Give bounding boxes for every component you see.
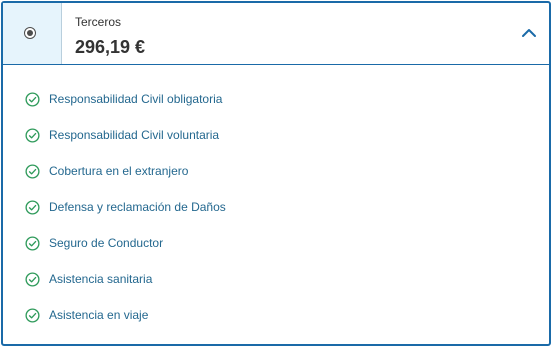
coverage-item: Seguro de Conductor — [25, 233, 163, 253]
plan-price: 296,19 € — [75, 37, 146, 57]
plan-radio-cell[interactable] — [3, 3, 62, 64]
coverage-item-label: Responsabilidad Civil voluntaria — [49, 128, 220, 142]
coverage-item: Responsabilidad Civil obligatoria — [25, 89, 222, 109]
check-circle-icon — [25, 271, 40, 287]
check-circle-icon — [25, 307, 40, 323]
check-circle-icon — [25, 163, 40, 179]
coverage-item-label: Responsabilidad Civil obligatoria — [49, 92, 223, 106]
plan-header[interactable]: Terceros 296,19 € — [3, 3, 549, 65]
chevron-up-icon[interactable] — [519, 23, 539, 43]
plan-name: Terceros — [75, 15, 122, 29]
check-circle-icon — [25, 199, 40, 215]
radio-selected-icon — [27, 30, 33, 36]
coverage-item-label: Cobertura en el extranjero — [49, 164, 189, 178]
coverage-item: Cobertura en el extranjero — [25, 161, 188, 181]
coverage-item: Responsabilidad Civil voluntaria — [25, 125, 219, 145]
check-circle-icon — [25, 235, 40, 251]
check-circle-icon — [25, 91, 40, 107]
coverage-item: Defensa y reclamación de Daños — [25, 197, 226, 217]
check-circle-icon — [25, 127, 40, 143]
insurance-plan-card: Terceros 296,19 € Responsabilidad Civil … — [1, 1, 551, 346]
plan-radio-button[interactable] — [24, 27, 36, 39]
coverage-item-label: Asistencia sanitaria — [49, 272, 153, 286]
coverage-item-label: Seguro de Conductor — [49, 236, 164, 250]
coverage-item-label: Defensa y reclamación de Daños — [49, 200, 226, 214]
coverage-item-label: Asistencia en viaje — [49, 308, 149, 322]
coverage-item: Asistencia en viaje — [25, 305, 148, 325]
coverage-item: Asistencia sanitaria — [25, 269, 152, 289]
